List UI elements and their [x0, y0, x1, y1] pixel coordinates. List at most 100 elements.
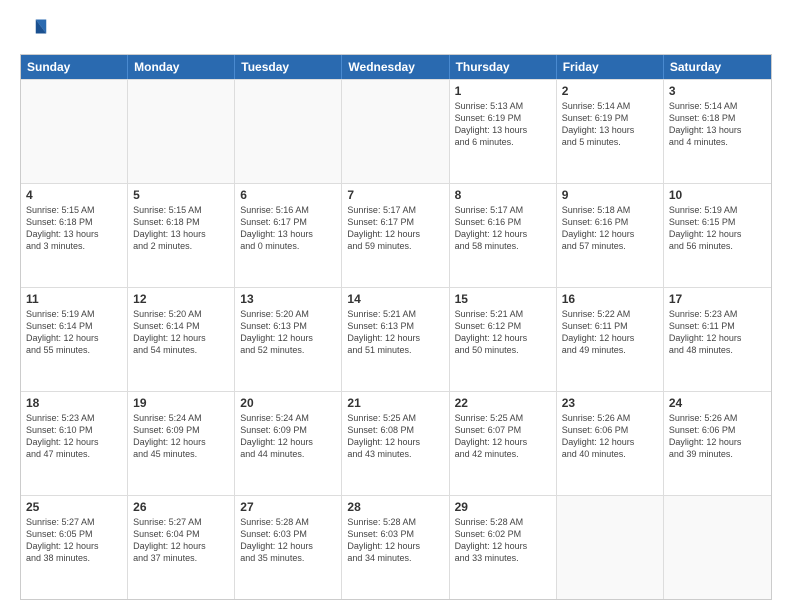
day-number: 14	[347, 292, 443, 306]
calendar-row-3: 18Sunrise: 5:23 AM Sunset: 6:10 PM Dayli…	[21, 391, 771, 495]
day-number: 12	[133, 292, 229, 306]
day-info: Sunrise: 5:27 AM Sunset: 6:05 PM Dayligh…	[26, 516, 122, 565]
calendar-cell-18: 18Sunrise: 5:23 AM Sunset: 6:10 PM Dayli…	[21, 392, 128, 495]
day-number: 16	[562, 292, 658, 306]
calendar-cell-11: 11 Sunrise: 5:19 AM Sunset: 6:14 PM Dayli…	[21, 288, 128, 391]
day-info: Sunrise: 5:25 AM Sunset: 6:07 PM Dayligh…	[455, 412, 551, 461]
day-info: Sunrise: 5:17 AM Sunset: 6:17 PM Dayligh…	[347, 204, 443, 253]
day-info: Sunrise: 5:13 AM Sunset: 6:19 PM Dayligh…	[455, 100, 551, 149]
logo	[20, 16, 52, 44]
logo-icon	[20, 16, 48, 44]
day-number: 7	[347, 188, 443, 202]
header	[20, 16, 772, 44]
calendar-cell-21: 21 Sunrise: 5:25 AM Sunset: 6:08 PM Dayli…	[342, 392, 449, 495]
day-info: Sunrise: 5:15 AM Sunset: 6:18 PM Dayligh…	[26, 204, 122, 253]
calendar-body: 1 Sunrise: 5:13 AM Sunset: 6:19 PM Daylig…	[21, 79, 771, 599]
calendar-header: SundayMondayTuesdayWednesdayThursdayFrid…	[21, 55, 771, 79]
header-day-monday: Monday	[128, 55, 235, 79]
day-info: Sunrise: 5:26 AM Sunset: 6:06 PM Dayligh…	[562, 412, 658, 461]
day-number: 4	[26, 188, 122, 202]
calendar-cell-7: 7 Sunrise: 5:17 AM Sunset: 6:17 PM Daylig…	[342, 184, 449, 287]
calendar-cell-27: 27 Sunrise: 5:28 AM Sunset: 6:03 PM Dayli…	[235, 496, 342, 599]
header-day-thursday: Thursday	[450, 55, 557, 79]
day-info: Sunrise: 5:19 AM Sunset: 6:15 PM Dayligh…	[669, 204, 766, 253]
day-number: 13	[240, 292, 336, 306]
calendar-cell-26: 26 Sunrise: 5:27 AM Sunset: 6:04 PM Dayli…	[128, 496, 235, 599]
day-number: 21	[347, 396, 443, 410]
day-number: 27	[240, 500, 336, 514]
day-info: Sunrise: 5:20 AM Sunset: 6:14 PM Dayligh…	[133, 308, 229, 357]
day-info: Sunrise: 5:20 AM Sunset: 6:13 PM Dayligh…	[240, 308, 336, 357]
day-info: Sunrise: 5:27 AM Sunset: 6:04 PM Dayligh…	[133, 516, 229, 565]
day-number: 6	[240, 188, 336, 202]
day-info: Sunrise: 5:28 AM Sunset: 6:03 PM Dayligh…	[240, 516, 336, 565]
day-number: 20	[240, 396, 336, 410]
calendar-cell-9: 9 Sunrise: 5:18 AM Sunset: 6:16 PM Daylig…	[557, 184, 664, 287]
calendar-cell-10: 10 Sunrise: 5:19 AM Sunset: 6:15 PM Dayli…	[664, 184, 771, 287]
day-number: 22	[455, 396, 551, 410]
day-number: 17	[669, 292, 766, 306]
calendar-cell-empty	[128, 80, 235, 183]
calendar-cell-2: 2 Sunrise: 5:14 AM Sunset: 6:19 PM Daylig…	[557, 80, 664, 183]
day-number: 15	[455, 292, 551, 306]
calendar-cell-3: 3 Sunrise: 5:14 AM Sunset: 6:18 PM Daylig…	[664, 80, 771, 183]
day-info: Sunrise: 5:14 AM Sunset: 6:18 PM Dayligh…	[669, 100, 766, 149]
calendar-cell-28: 28Sunrise: 5:28 AM Sunset: 6:03 PM Dayli…	[342, 496, 449, 599]
day-info: Sunrise: 5:19 AM Sunset: 6:14 PM Dayligh…	[26, 308, 122, 357]
calendar-cell-empty	[235, 80, 342, 183]
calendar-cell-23: 23 Sunrise: 5:26 AM Sunset: 6:06 PM Dayli…	[557, 392, 664, 495]
day-number: 18	[26, 396, 122, 410]
calendar-cell-empty	[664, 496, 771, 599]
calendar-cell-20: 20 Sunrise: 5:24 AM Sunset: 6:09 PM Dayli…	[235, 392, 342, 495]
calendar-cell-empty	[21, 80, 128, 183]
day-number: 25	[26, 500, 122, 514]
day-number: 1	[455, 84, 551, 98]
day-number: 11	[26, 292, 122, 306]
calendar-cell-14: 14 Sunrise: 5:21 AM Sunset: 6:13 PM Dayli…	[342, 288, 449, 391]
calendar: SundayMondayTuesdayWednesdayThursdayFrid…	[20, 54, 772, 600]
day-info: Sunrise: 5:16 AM Sunset: 6:17 PM Dayligh…	[240, 204, 336, 253]
calendar-cell-24: 24 Sunrise: 5:26 AM Sunset: 6:06 PM Dayli…	[664, 392, 771, 495]
calendar-cell-1: 1 Sunrise: 5:13 AM Sunset: 6:19 PM Daylig…	[450, 80, 557, 183]
day-info: Sunrise: 5:24 AM Sunset: 6:09 PM Dayligh…	[240, 412, 336, 461]
calendar-row-0: 1 Sunrise: 5:13 AM Sunset: 6:19 PM Daylig…	[21, 79, 771, 183]
page: SundayMondayTuesdayWednesdayThursdayFrid…	[0, 0, 792, 612]
day-info: Sunrise: 5:28 AM Sunset: 6:03 PM Dayligh…	[347, 516, 443, 565]
calendar-cell-25: 25 Sunrise: 5:27 AM Sunset: 6:05 PM Dayli…	[21, 496, 128, 599]
calendar-cell-8: 8 Sunrise: 5:17 AM Sunset: 6:16 PM Daylig…	[450, 184, 557, 287]
calendar-cell-4: 4 Sunrise: 5:15 AM Sunset: 6:18 PM Daylig…	[21, 184, 128, 287]
day-number: 23	[562, 396, 658, 410]
day-info: Sunrise: 5:14 AM Sunset: 6:19 PM Dayligh…	[562, 100, 658, 149]
day-info: Sunrise: 5:26 AM Sunset: 6:06 PM Dayligh…	[669, 412, 766, 461]
day-info: Sunrise: 5:28 AM Sunset: 6:02 PM Dayligh…	[455, 516, 551, 565]
calendar-row-4: 25 Sunrise: 5:27 AM Sunset: 6:05 PM Dayli…	[21, 495, 771, 599]
day-number: 26	[133, 500, 229, 514]
calendar-cell-empty	[557, 496, 664, 599]
calendar-cell-6: 6 Sunrise: 5:16 AM Sunset: 6:17 PM Daylig…	[235, 184, 342, 287]
header-day-tuesday: Tuesday	[235, 55, 342, 79]
calendar-cell-16: 16Sunrise: 5:22 AM Sunset: 6:11 PM Dayli…	[557, 288, 664, 391]
header-day-friday: Friday	[557, 55, 664, 79]
calendar-cell-19: 19Sunrise: 5:24 AM Sunset: 6:09 PM Dayli…	[128, 392, 235, 495]
calendar-cell-15: 15 Sunrise: 5:21 AM Sunset: 6:12 PM Dayli…	[450, 288, 557, 391]
day-number: 24	[669, 396, 766, 410]
day-number: 3	[669, 84, 766, 98]
day-info: Sunrise: 5:23 AM Sunset: 6:11 PM Dayligh…	[669, 308, 766, 357]
calendar-cell-5: 5Sunrise: 5:15 AM Sunset: 6:18 PM Daylig…	[128, 184, 235, 287]
header-day-sunday: Sunday	[21, 55, 128, 79]
day-info: Sunrise: 5:21 AM Sunset: 6:12 PM Dayligh…	[455, 308, 551, 357]
calendar-row-2: 11 Sunrise: 5:19 AM Sunset: 6:14 PM Dayli…	[21, 287, 771, 391]
day-info: Sunrise: 5:15 AM Sunset: 6:18 PM Dayligh…	[133, 204, 229, 253]
day-info: Sunrise: 5:25 AM Sunset: 6:08 PM Dayligh…	[347, 412, 443, 461]
day-info: Sunrise: 5:24 AM Sunset: 6:09 PM Dayligh…	[133, 412, 229, 461]
day-info: Sunrise: 5:18 AM Sunset: 6:16 PM Dayligh…	[562, 204, 658, 253]
calendar-cell-12: 12 Sunrise: 5:20 AM Sunset: 6:14 PM Dayli…	[128, 288, 235, 391]
day-info: Sunrise: 5:21 AM Sunset: 6:13 PM Dayligh…	[347, 308, 443, 357]
header-day-saturday: Saturday	[664, 55, 771, 79]
day-number: 8	[455, 188, 551, 202]
day-number: 10	[669, 188, 766, 202]
day-info: Sunrise: 5:17 AM Sunset: 6:16 PM Dayligh…	[455, 204, 551, 253]
calendar-cell-13: 13 Sunrise: 5:20 AM Sunset: 6:13 PM Dayli…	[235, 288, 342, 391]
day-number: 2	[562, 84, 658, 98]
day-number: 9	[562, 188, 658, 202]
